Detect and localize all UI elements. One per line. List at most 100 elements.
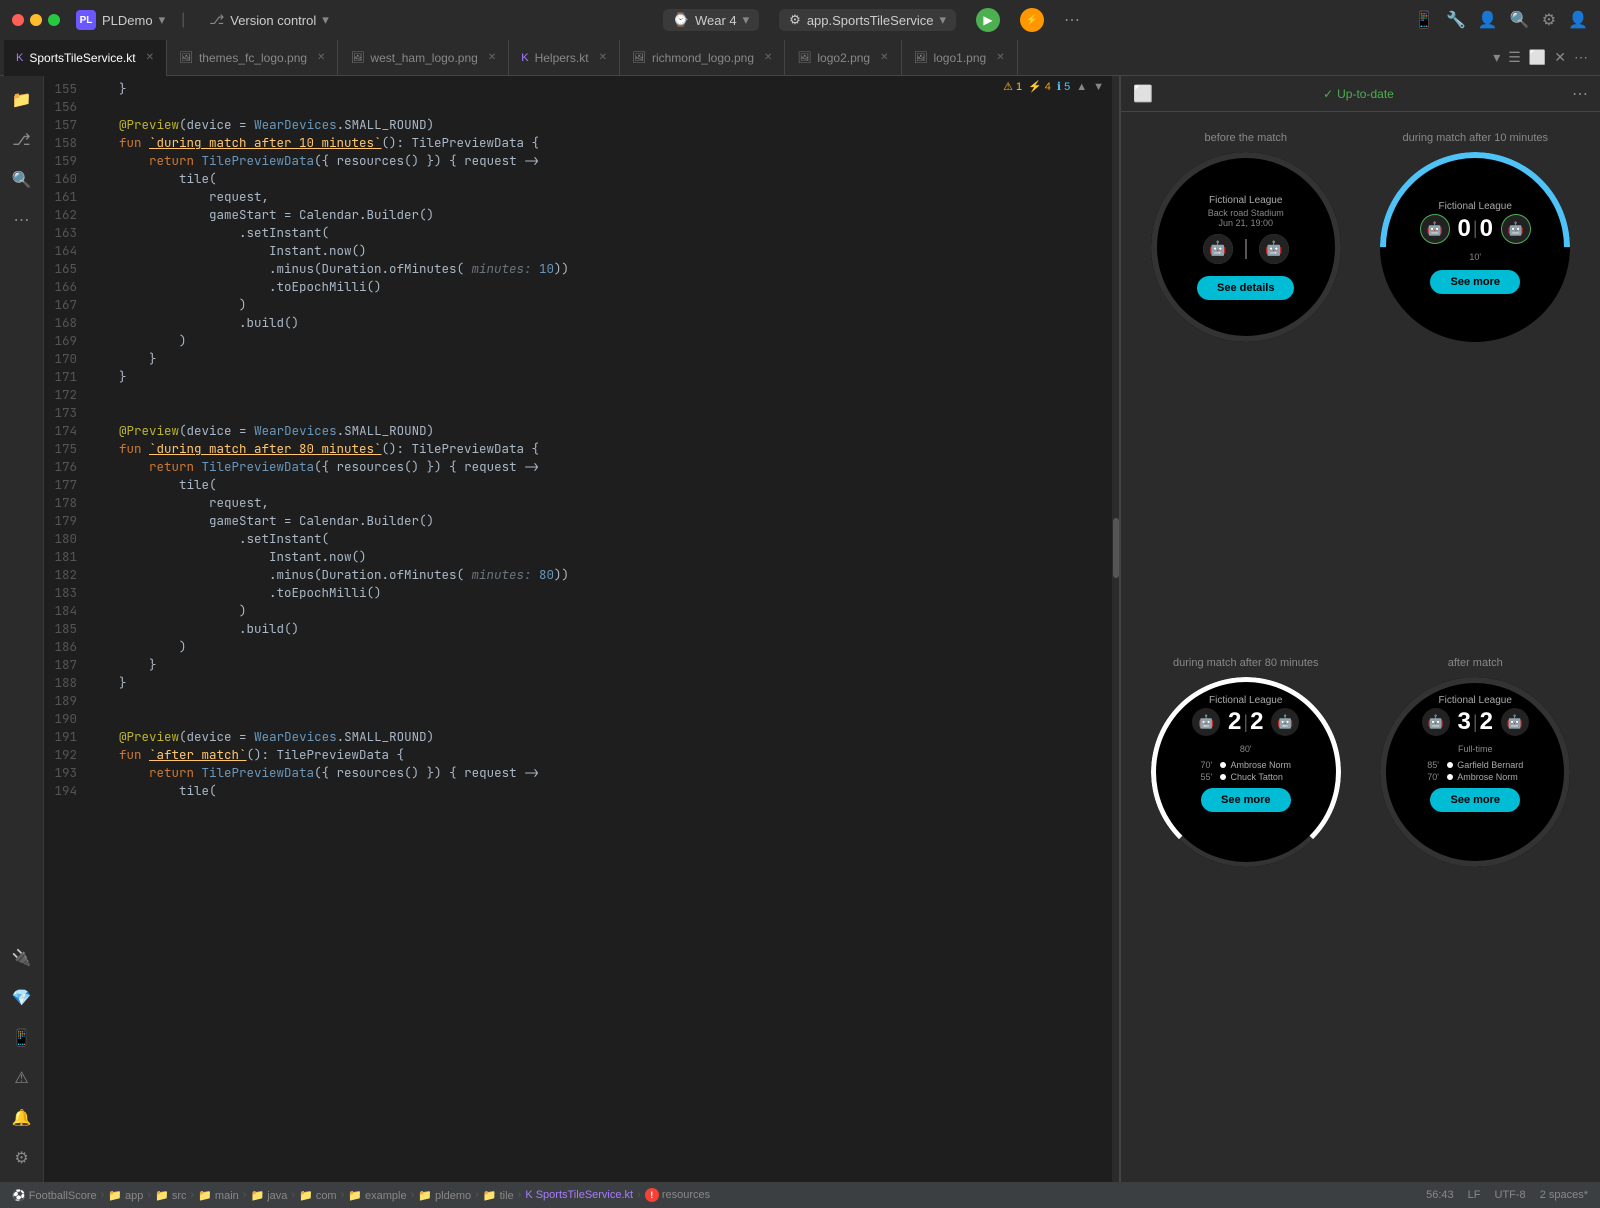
code-line: 189 xyxy=(44,692,1120,710)
close-all-tabs-icon[interactable]: ✕ xyxy=(1554,49,1566,66)
watch-label-before: before the match xyxy=(1204,132,1287,144)
bc-file[interactable]: K SportsTileService.kt xyxy=(525,1189,633,1201)
indent-settings[interactable]: 2 spaces* xyxy=(1540,1189,1588,1201)
search-icon[interactable]: 🔍 xyxy=(1510,10,1530,30)
tab-logo2[interactable]: 🖼 logo2.png ✕ xyxy=(785,40,901,76)
bc-tile[interactable]: 📁 tile xyxy=(483,1189,514,1202)
settings-icon[interactable]: ⚙ xyxy=(1542,10,1556,30)
tab-close-button[interactable]: ✕ xyxy=(146,52,154,63)
line-content: ) xyxy=(89,296,1120,314)
sidebar-diamond-icon[interactable]: 💎 xyxy=(6,982,38,1014)
tab-richmond-logo[interactable]: 🖼 richmond_logo.png ✕ xyxy=(620,40,785,76)
tab-close-button[interactable]: ✕ xyxy=(488,52,496,63)
sidebar-notification-icon[interactable]: 🔔 xyxy=(6,1102,38,1134)
tab-bar-actions: ▾ ☰ ⬜ ✕ ⋯ xyxy=(1493,49,1596,66)
run-button[interactable]: ▶ xyxy=(976,8,1000,32)
tab-themes-logo[interactable]: 🖼 themes_fc_logo.png ✕ xyxy=(167,40,338,76)
project-selector[interactable]: PL PLDemo ▾ xyxy=(76,10,165,30)
minimize-window-button[interactable] xyxy=(30,14,42,26)
split-editor-icon[interactable]: ⬜ xyxy=(1529,49,1546,66)
line-content: return TilePreviewData({ resources() }) … xyxy=(89,152,1120,170)
bc-main[interactable]: 📁 main xyxy=(198,1189,239,1202)
editor-divider[interactable] xyxy=(1119,76,1120,1182)
sidebar-more-icon[interactable]: ⋯ xyxy=(6,204,38,236)
line-content: .build() xyxy=(89,620,1120,638)
profile-icon[interactable]: 👤 xyxy=(1478,10,1498,30)
bc-app[interactable]: 📁 app xyxy=(108,1189,143,1202)
line-content: .setInstant( xyxy=(89,224,1120,242)
more-tabs-icon[interactable]: ▾ xyxy=(1493,49,1500,66)
line-number: 193 xyxy=(44,764,89,782)
device-selector[interactable]: ⌚ Wear 4 ▾ xyxy=(663,9,759,31)
tab-close-button[interactable]: ✕ xyxy=(764,52,772,63)
close-window-button[interactable] xyxy=(12,14,24,26)
line-number: 177 xyxy=(44,476,89,494)
tab-close-button[interactable]: ✕ xyxy=(880,52,888,63)
line-number: 167 xyxy=(44,296,89,314)
sidebar-vcs-icon[interactable]: ⎇ xyxy=(6,124,38,156)
maximize-window-button[interactable] xyxy=(48,14,60,26)
line-content: Instant.now() xyxy=(89,548,1120,566)
tab-close-button[interactable]: ✕ xyxy=(599,52,607,63)
tab-west-ham-logo[interactable]: 🖼 west_ham_logo.png ✕ xyxy=(338,40,509,76)
debug-button[interactable]: ⚡ xyxy=(1020,8,1044,32)
preview-more-icon[interactable]: ⋯ xyxy=(1572,84,1588,104)
service-icon: ⚙ xyxy=(789,12,801,28)
version-control-selector[interactable]: ⎇ Version control ▾ xyxy=(209,12,329,28)
account-icon[interactable]: 👤 xyxy=(1568,10,1588,30)
sdk-manager-icon[interactable]: 🔧 xyxy=(1446,10,1466,30)
line-number: 186 xyxy=(44,638,89,656)
line-content: request, xyxy=(89,188,1120,206)
image-file-icon: 🖼 xyxy=(632,51,646,64)
more-menu-button[interactable]: ⋯ xyxy=(1064,10,1080,30)
bc-example[interactable]: 📁 example xyxy=(348,1189,406,1202)
line-content: return TilePreviewData({ resources() }) … xyxy=(89,764,1120,782)
code-line: 185 .build() xyxy=(44,620,1120,638)
tab-helpers[interactable]: K Helpers.kt ✕ xyxy=(509,40,620,76)
tab-logo1[interactable]: 🖼 logo1.png ✕ xyxy=(902,40,1018,76)
bc-resource[interactable]: ! resources xyxy=(645,1188,710,1202)
sidebar-warning-icon[interactable]: ⚠ xyxy=(6,1062,38,1094)
tab-close-button[interactable]: ✕ xyxy=(317,52,325,63)
tab-list-icon[interactable]: ☰ xyxy=(1508,49,1521,66)
bc-java[interactable]: 📁 java xyxy=(250,1189,287,1202)
line-content: tile( xyxy=(89,782,1120,800)
code-editor[interactable]: 155 }156157 @Preview(device = WearDevice… xyxy=(44,76,1120,1182)
sidebar-find-icon[interactable]: 🔍 xyxy=(6,164,38,196)
code-line: 169 ) xyxy=(44,332,1120,350)
line-content: .toEpochMilli() xyxy=(89,584,1120,602)
watch-label-during10: during match after 10 minutes xyxy=(1402,132,1548,144)
line-content xyxy=(89,386,1120,404)
image-file-icon: 🖼 xyxy=(179,51,193,64)
sidebar-project-icon[interactable]: 📁 xyxy=(6,84,38,116)
line-content: Instant.now() xyxy=(89,242,1120,260)
service-selector[interactable]: ⚙ app.SportsTileService ▾ xyxy=(779,9,956,31)
bc-com[interactable]: 📁 com xyxy=(299,1189,337,1202)
sidebar-gear-icon[interactable]: ⚙ xyxy=(6,1142,38,1174)
line-content: } xyxy=(89,368,1120,386)
line-number: 173 xyxy=(44,404,89,422)
code-line: 166 .toEpochMilli() xyxy=(44,278,1120,296)
watch-label-during80: during match after 80 minutes xyxy=(1173,657,1319,669)
line-number: 157 xyxy=(44,116,89,134)
code-line: 167 ) xyxy=(44,296,1120,314)
tab-sportsTileService[interactable]: K SportsTileService.kt ✕ xyxy=(4,40,167,76)
code-line: 160 tile( xyxy=(44,170,1120,188)
sidebar-device-icon[interactable]: 📱 xyxy=(6,1022,38,1054)
device-manager-icon[interactable]: 📱 xyxy=(1414,10,1434,30)
line-content: fun `after match`(): TilePreviewData { xyxy=(89,746,1120,764)
line-number: 169 xyxy=(44,332,89,350)
code-line: 157 @Preview(device = WearDevices.SMALL_… xyxy=(44,116,1120,134)
bc-pldemo[interactable]: 📁 pldemo xyxy=(418,1189,471,1202)
left-sidebar: 📁 ⎇ 🔍 ⋯ 🔌 💎 📱 ⚠ 🔔 ⚙ xyxy=(0,76,44,1182)
code-line: 172 xyxy=(44,386,1120,404)
bc-project[interactable]: ⚽ FootballScore xyxy=(12,1189,97,1202)
bc-src[interactable]: 📁 src xyxy=(155,1189,186,1202)
code-line: 156 xyxy=(44,98,1120,116)
sidebar-plugin-icon[interactable]: 🔌 xyxy=(6,942,38,974)
tab-close-button[interactable]: ✕ xyxy=(996,52,1004,63)
tab-options-icon[interactable]: ⋯ xyxy=(1574,49,1588,66)
line-number: 185 xyxy=(44,620,89,638)
statusbar: ⚽ FootballScore › 📁 app › 📁 src › 📁 main… xyxy=(0,1182,1600,1208)
project-name: PLDemo xyxy=(102,13,153,28)
